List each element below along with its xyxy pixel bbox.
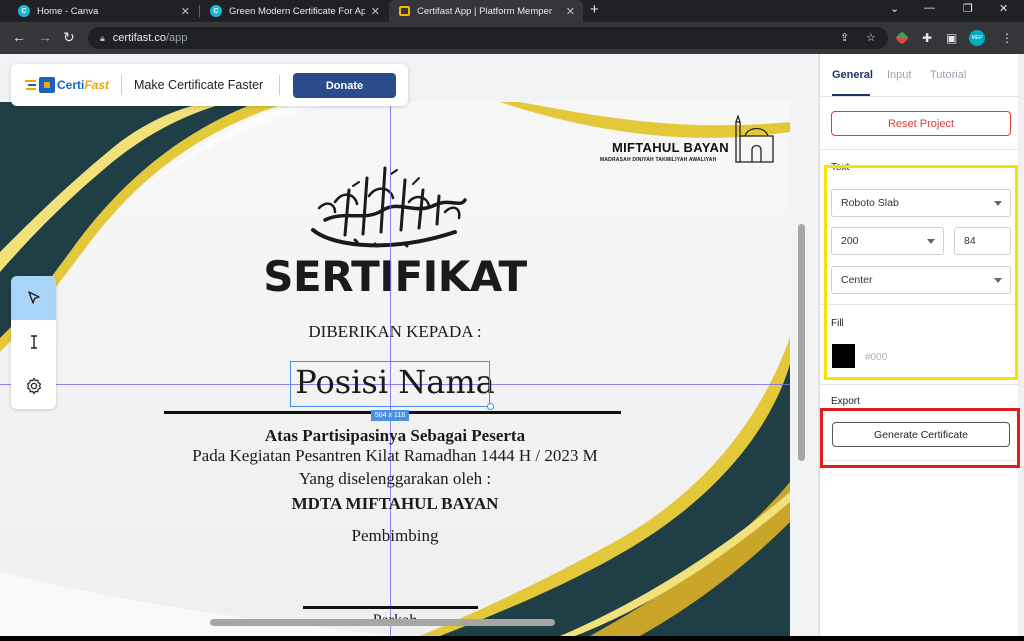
tabs-divider: [820, 96, 1019, 97]
reset-project-button[interactable]: Reset Project: [831, 111, 1011, 136]
section-divider: [820, 149, 1019, 150]
brand-name: CertiFast: [57, 78, 109, 92]
browser-menu-icon[interactable]: ⋮: [1001, 31, 1013, 45]
text-tool[interactable]: [11, 320, 56, 364]
side-panel-icon[interactable]: ▣: [946, 31, 957, 45]
url-path: /app: [165, 32, 188, 44]
tab-title: Home - Canva: [37, 5, 99, 17]
browser-tab-bar: C Home - Canva ✕ C Green Modern Certific…: [0, 0, 1024, 22]
vertical-scrollbar[interactable]: [798, 224, 805, 461]
back-arrow-icon[interactable]: ←: [12, 29, 26, 45]
header-divider: [279, 75, 280, 95]
url-host: certifast.co: [112, 32, 166, 44]
selected-text-box[interactable]: [290, 361, 490, 407]
bookmark-star-icon[interactable]: ☆: [866, 31, 876, 44]
horizontal-scrollbar[interactable]: [210, 619, 555, 626]
browser-tab-canva-certificate[interactable]: C Green Modern Certificate For Ap ✕: [200, 0, 388, 22]
tagline: Make Certificate Faster: [134, 78, 264, 92]
tab-input[interactable]: Input: [887, 69, 911, 81]
canva-icon: C: [210, 5, 222, 17]
taskbar-edge: [0, 636, 1024, 641]
event-line: Pada Kegiatan Pesantren Kilat Ramadhan 1…: [192, 446, 598, 465]
header-divider: [121, 75, 122, 95]
share-icon[interactable]: ⇪: [840, 31, 849, 44]
brand-name-part1: Certi: [57, 78, 85, 92]
supervisor-label: Pembimbing: [351, 526, 439, 545]
signature-line: [303, 606, 478, 609]
forward-arrow-icon[interactable]: →: [38, 29, 52, 45]
settings-tool[interactable]: [11, 364, 56, 408]
browser-toolbar: ← → ↻ 🔒︎ certifast.co/app ⇪ ☆: [0, 22, 1024, 54]
bismillah-calligraphy-logo: [311, 166, 467, 248]
brand-name-part2: Fast: [84, 78, 110, 92]
reload-icon[interactable]: ↻: [63, 29, 75, 45]
tab-title: Green Modern Certificate For Ap: [229, 5, 365, 17]
new-tab-plus-icon[interactable]: +: [590, 1, 599, 18]
extensions-puzzle-icon[interactable]: ✚: [922, 31, 932, 45]
certificate-canvas[interactable]: MIFTAHUL BAYAN MADRASAH DINIYAH TAKMILIY…: [0, 102, 790, 636]
address-bar[interactable]: 🔒︎ certifast.co/app ⇪ ☆: [88, 27, 888, 49]
donate-button[interactable]: Donate: [293, 73, 396, 98]
close-icon[interactable]: ✕: [566, 5, 575, 18]
selection-size-badge: 504 x 118: [371, 410, 409, 421]
restore-icon[interactable]: ❐: [963, 2, 973, 15]
export-section-label: Export: [831, 396, 860, 407]
window-close-icon[interactable]: ✕: [999, 2, 1008, 15]
browser-tab-certifast[interactable]: Certifast App | Platform Memper ✕: [389, 0, 583, 22]
gear-icon: [26, 377, 41, 395]
tab-search-chevron-icon[interactable]: ⌄: [890, 2, 899, 15]
resize-handle[interactable]: [487, 403, 494, 410]
cursor-arrow-icon: [27, 291, 40, 304]
text-cursor-icon: [30, 335, 37, 349]
given-to-label: DIBERIKAN KEPADA :: [308, 322, 482, 341]
mosque-logo-icon: [735, 114, 774, 163]
tab-general[interactable]: General: [832, 69, 873, 81]
minimize-icon[interactable]: —: [924, 2, 935, 14]
tab-tutorial[interactable]: Tutorial: [930, 69, 966, 81]
school-name: MIFTAHUL BAYAN: [612, 140, 729, 155]
canva-icon: C: [18, 5, 30, 17]
panel-edge: [1018, 54, 1024, 636]
participation-line: Atas Partisipasinya Sebagai Peserta: [264, 426, 526, 445]
close-icon[interactable]: ✕: [181, 5, 190, 18]
tab-title: Certifast App | Platform Memper: [417, 5, 552, 17]
profile-avatar[interactable]: MEP: [969, 30, 985, 46]
certifast-logo-icon: [25, 77, 55, 93]
text-fill-highlight-box: [824, 165, 1018, 380]
tool-palette: [11, 276, 56, 409]
export-highlight-box: [820, 408, 1020, 468]
close-icon[interactable]: ✕: [371, 5, 380, 18]
canvas-area[interactable]: MIFTAHUL BAYAN MADRASAH DINIYAH TAKMILIY…: [0, 54, 818, 636]
select-tool[interactable]: [11, 276, 56, 320]
certificate-title: SERTIFIKAT: [263, 252, 527, 301]
organizer-name: MDTA MIFTAHUL BAYAN: [291, 494, 499, 513]
certifast-icon: [399, 6, 410, 16]
app-header: CertiFast Make Certificate Faster Donate: [11, 64, 408, 106]
organized-by-line: Yang diselenggarakan oleh :: [298, 469, 492, 488]
section-divider: [820, 384, 1019, 385]
school-subtitle: MADRASAH DINIYAH TAKMILIYAH AWALIYAH: [600, 157, 717, 163]
browser-tab-canva-home[interactable]: C Home - Canva ✕: [8, 0, 198, 22]
lock-icon: 🔒︎: [100, 32, 105, 43]
